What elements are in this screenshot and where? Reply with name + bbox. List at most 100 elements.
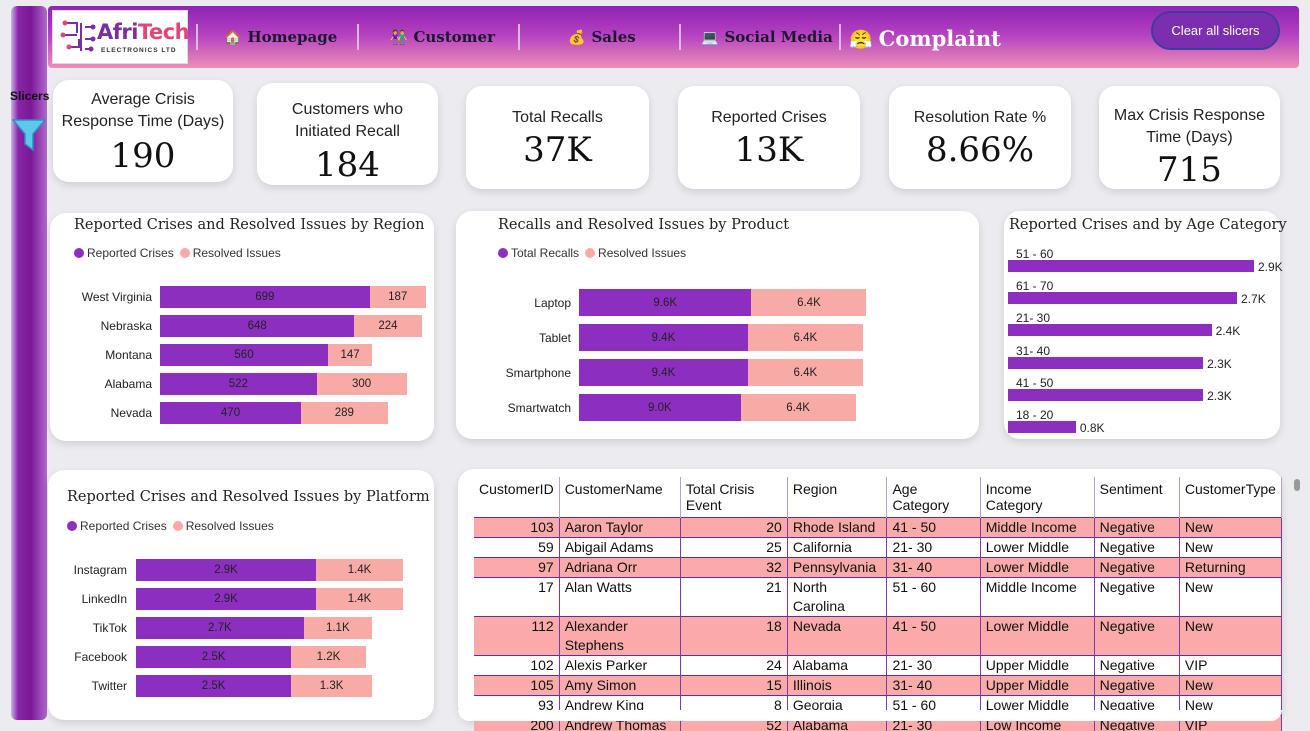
category-label: 61 - 70 [1016, 279, 1054, 294]
legend-item: Total Recalls [498, 246, 579, 260]
afritech-logo[interactable]: AfriTech ELECTRONICS LTD [52, 10, 190, 64]
age-bar[interactable] [1008, 421, 1076, 433]
bar-segment-secondary[interactable]: 1.2K [291, 646, 366, 668]
bar-segment-secondary[interactable]: 300 [316, 373, 407, 395]
customer-table[interactable]: CustomerID CustomerName Total Crisis Event… [474, 477, 1283, 731]
nav-social-media[interactable]: 💻 Social Media [701, 28, 833, 46]
bar-segment-primary[interactable]: 9.4K [579, 324, 748, 351]
category-label: 18 - 20 [1016, 408, 1054, 422]
people-icon: 👫 [390, 30, 408, 46]
bar-segment-secondary[interactable]: 6.4K [740, 394, 856, 421]
bar-segment-primary[interactable]: 470 [160, 402, 301, 424]
bar-segment-primary[interactable]: 9.6K [579, 289, 752, 316]
bar-segment-primary[interactable]: 648 [160, 315, 355, 337]
data-label: 2.3K [1207, 388, 1232, 403]
table-cell: New [1179, 675, 1283, 696]
data-label: 2.9K [1258, 260, 1283, 274]
bar-segment-primary[interactable]: 2.5K [136, 646, 292, 668]
table-row[interactable]: 97 Adriana Orr 32 Pennsylvania 31- 40 Lower M… [474, 557, 1283, 578]
table-row[interactable]: 112 Alexander Stephens 18 Nevada 41 - 50 Lowe… [474, 616, 1283, 656]
clear-all-slicers-button[interactable]: Clear all slicers [1151, 11, 1280, 50]
funnel-icon[interactable] [12, 117, 46, 153]
table-cell: New [1179, 616, 1283, 656]
data-label: 0.8K [1079, 421, 1105, 435]
kpi-value: 8.66% [925, 130, 1034, 170]
bar-segment-primary[interactable]: 522 [160, 373, 317, 395]
bar-segment-secondary[interactable]: 1.3K [291, 675, 372, 697]
bar-segment-secondary[interactable]: 224 [354, 315, 422, 337]
bar-segment-secondary[interactable]: 1.1K [303, 617, 372, 639]
bar-segment-secondary[interactable]: 6.4K [747, 324, 863, 351]
nav-customer[interactable]: 👫 Customer [390, 28, 495, 46]
data-label: 2.7K [1241, 292, 1266, 307]
customer-table-card[interactable]: CustomerID CustomerName Total Crisis Event… [458, 469, 1283, 731]
bar-segment-secondary[interactable]: 187 [369, 286, 426, 308]
kpi-resolution-rate: Resolution Rate % 8.66% [889, 86, 1071, 189]
category-label: 41 - 50 [1016, 375, 1054, 390]
category-label: Instagram [73, 563, 127, 577]
kpi-value: 190 [110, 136, 176, 176]
category-label: Tablet [538, 330, 571, 345]
legend-item: Resolved Issues [172, 519, 274, 533]
table-cell: New [1179, 577, 1283, 617]
age-bar[interactable] [1008, 356, 1204, 369]
chart-product[interactable]: Recalls and Resolved Issues by Product T… [456, 211, 979, 439]
bar-segment-primary[interactable]: 2.9K [136, 588, 317, 610]
table-row[interactable]: 17 Alan Watts 21 North Carolina 51 - 60 Middl… [474, 577, 1283, 617]
column-header[interactable]: Age Category [886, 477, 981, 518]
slicer-panel[interactable] [11, 6, 47, 720]
nav-complaint[interactable]: 😤 Complaint [849, 26, 1001, 51]
age-bar[interactable] [1008, 260, 1254, 272]
column-header[interactable]: CustomerType [1179, 477, 1283, 518]
column-header[interactable]: Total Crisis Event [680, 477, 788, 518]
bar-segment-secondary[interactable]: 1.4K [316, 588, 403, 610]
nav-homepage[interactable]: 🏠 Homepage [224, 28, 337, 46]
table-cell: 41 - 50 [886, 517, 981, 538]
nav-sales-label: Sales [591, 28, 636, 46]
kpi-label: Resolution Rate % [913, 109, 1047, 126]
table-cell: 97 [474, 557, 560, 578]
bar-segment-secondary[interactable]: 6.4K [751, 289, 867, 316]
chart-age[interactable]: Reported Crises and by Age Category 51 -… [1004, 211, 1287, 439]
column-header[interactable]: CustomerID [474, 477, 560, 518]
bar-segment-secondary[interactable]: 6.4K [747, 359, 863, 386]
legend-label: Resolved Issues [598, 246, 687, 260]
bar-segment-secondary[interactable]: 289 [301, 402, 388, 424]
table-cell: VIP [1179, 655, 1283, 676]
table-header-row: CustomerID CustomerName Total Crisis Event… [474, 477, 1283, 518]
table-row[interactable]: 59 Abigail Adams 25 California 21- 30 Lower M… [474, 537, 1283, 558]
chart-region[interactable]: Reported Crises and Resolved Issues by R… [50, 213, 434, 441]
table-cell: Upper Middle [980, 655, 1095, 676]
nav-sales[interactable]: 💰 Sales [568, 28, 636, 46]
kpi-value: 37K [523, 130, 592, 170]
kpi-max-crisis-response-time: Max Crisis Response Time (Days) 715 [1099, 86, 1280, 190]
age-bar[interactable] [1008, 388, 1204, 401]
kpi-total-recalls: Total Recalls 37K [466, 86, 649, 189]
column-header[interactable]: Region [787, 477, 888, 518]
column-header[interactable]: Sentiment [1094, 477, 1180, 518]
legend-swatch-purple [498, 248, 508, 258]
bar-segment-primary[interactable]: 560 [160, 344, 328, 366]
bar-segment-primary[interactable]: 699 [160, 286, 370, 308]
bar-segment-primary[interactable]: 9.4K [579, 359, 748, 386]
legend-item: Resolved Issues [585, 246, 686, 260]
legend-label: Reported Crises [87, 246, 174, 260]
bar-segment-secondary[interactable]: 1.4K [316, 559, 403, 581]
table-cell: 105 [474, 675, 560, 696]
table-row[interactable]: 103 Aaron Taylor 20 Rhode Island 41 - 50 Midd… [474, 517, 1283, 538]
age-bar[interactable] [1008, 324, 1212, 337]
table-scrollbar[interactable] [1294, 479, 1300, 491]
age-bar[interactable] [1008, 292, 1238, 305]
table-row[interactable]: 102 Alexis Parker 24 Alabama 21- 30 Upper Mid… [474, 655, 1283, 676]
chart-title: Reported Crises and by Age Category [1009, 217, 1287, 233]
chart-platform[interactable]: Reported Crises and Resolved Issues by P… [48, 470, 434, 720]
bar-segment-primary[interactable]: 9.0K [579, 394, 741, 421]
column-header[interactable]: Income Category [980, 477, 1095, 518]
bar-segment-primary[interactable]: 2.5K [136, 675, 292, 697]
bar-segment-primary[interactable]: 2.7K [136, 617, 304, 639]
bar-segment-primary[interactable]: 2.9K [136, 559, 317, 581]
table-row[interactable]: 105 Amy Simon 15 Illinois 31- 40 Upper Middle… [474, 675, 1283, 696]
bar-segment-secondary[interactable]: 147 [328, 344, 373, 366]
column-header[interactable]: CustomerName [559, 477, 681, 518]
data-label: 2.4K [1215, 324, 1241, 339]
